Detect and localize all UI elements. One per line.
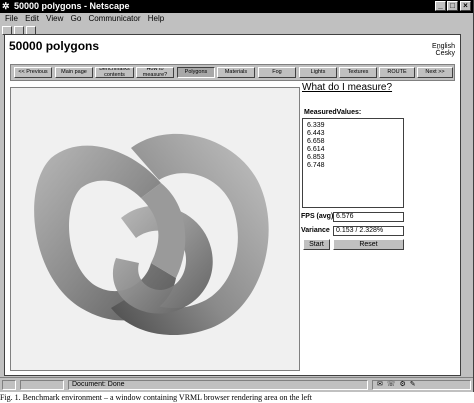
nav-polygons-button[interactable]: Polygons: [177, 67, 215, 78]
title-bar: ✲ 50000 polygons - Netscape _ □ ×: [0, 0, 473, 13]
measured-value: 6.339: [307, 122, 325, 129]
vrml-render-area[interactable]: [10, 87, 300, 371]
page-title: 50000 polygons: [9, 39, 100, 53]
maximize-icon[interactable]: □: [447, 1, 458, 11]
measured-value: 6.658: [307, 138, 325, 145]
menu-file[interactable]: File: [5, 13, 18, 25]
menu-edit[interactable]: Edit: [25, 13, 39, 25]
figure-caption: Fig. 1. Benchmark environment – a window…: [0, 393, 312, 402]
security-icon[interactable]: [2, 380, 16, 390]
netscape-icon: ✲: [2, 1, 10, 11]
menu-bar: File Edit View Go Communicator Help: [0, 13, 473, 25]
what-do-i-measure-link[interactable]: What do I measure?: [302, 82, 392, 93]
menu-communicator[interactable]: Communicator: [89, 13, 141, 25]
measured-value: 6.443: [307, 130, 325, 137]
language-link-english[interactable]: English: [432, 43, 455, 50]
fps-field[interactable]: 6.576: [333, 212, 404, 222]
variance-label: Variance: [301, 227, 330, 234]
measured-value: 6.614: [307, 146, 325, 153]
nav-bar: << Previous Main page Benchmarks content…: [10, 64, 455, 81]
nav-main-page-button[interactable]: Main page: [55, 67, 93, 78]
nav-previous-button[interactable]: << Previous: [14, 67, 52, 78]
window-title: 50000 polygons - Netscape: [14, 1, 130, 11]
nav-textures-button[interactable]: Textures: [339, 67, 377, 78]
close-icon[interactable]: ×: [460, 1, 471, 11]
progress-cell: [20, 380, 64, 390]
nav-route-button[interactable]: ROUTE: [379, 67, 415, 78]
measured-value: 6.748: [307, 162, 325, 169]
nav-how-to-measure-button[interactable]: How to measure?: [136, 67, 174, 78]
measured-values-label: MeasuredValues:: [304, 109, 362, 116]
nav-benchmarks-contents-button[interactable]: Benchmarks contents: [95, 67, 134, 78]
measured-values-list[interactable]: 6.339 6.443 6.658 6.614 6.853 6.748: [302, 118, 404, 208]
minimize-icon[interactable]: _: [435, 1, 446, 11]
page-content: 50000 polygons English Česky << Previous…: [4, 34, 461, 376]
start-button[interactable]: Start: [303, 239, 330, 250]
status-text: Document: Done: [68, 380, 368, 390]
language-link-czech[interactable]: Česky: [436, 50, 455, 57]
nav-next-button[interactable]: Next >>: [417, 67, 453, 78]
vertical-scrollbar[interactable]: [461, 34, 473, 376]
status-bar: Document: Done ✉ ☏ ⚙ ✎: [0, 377, 473, 392]
component-bar-icons[interactable]: ✉ ☏ ⚙ ✎: [372, 380, 471, 390]
variance-field[interactable]: 0.153 / 2.328%: [333, 226, 404, 236]
nav-lights-button[interactable]: Lights: [299, 67, 337, 78]
fps-label: FPS (avg): [301, 213, 334, 220]
nav-materials-button[interactable]: Materials: [217, 67, 255, 78]
measured-value: 6.853: [307, 154, 325, 161]
toolbar-grips: [2, 26, 102, 35]
reset-button[interactable]: Reset: [333, 239, 404, 250]
menu-view[interactable]: View: [46, 13, 63, 25]
browser-window: ✲ 50000 polygons - Netscape _ □ × File E…: [0, 0, 474, 392]
torus-knot-render: [34, 133, 269, 336]
menu-go[interactable]: Go: [71, 13, 82, 25]
menu-help[interactable]: Help: [148, 13, 164, 25]
nav-fog-button[interactable]: Fog: [258, 67, 296, 78]
